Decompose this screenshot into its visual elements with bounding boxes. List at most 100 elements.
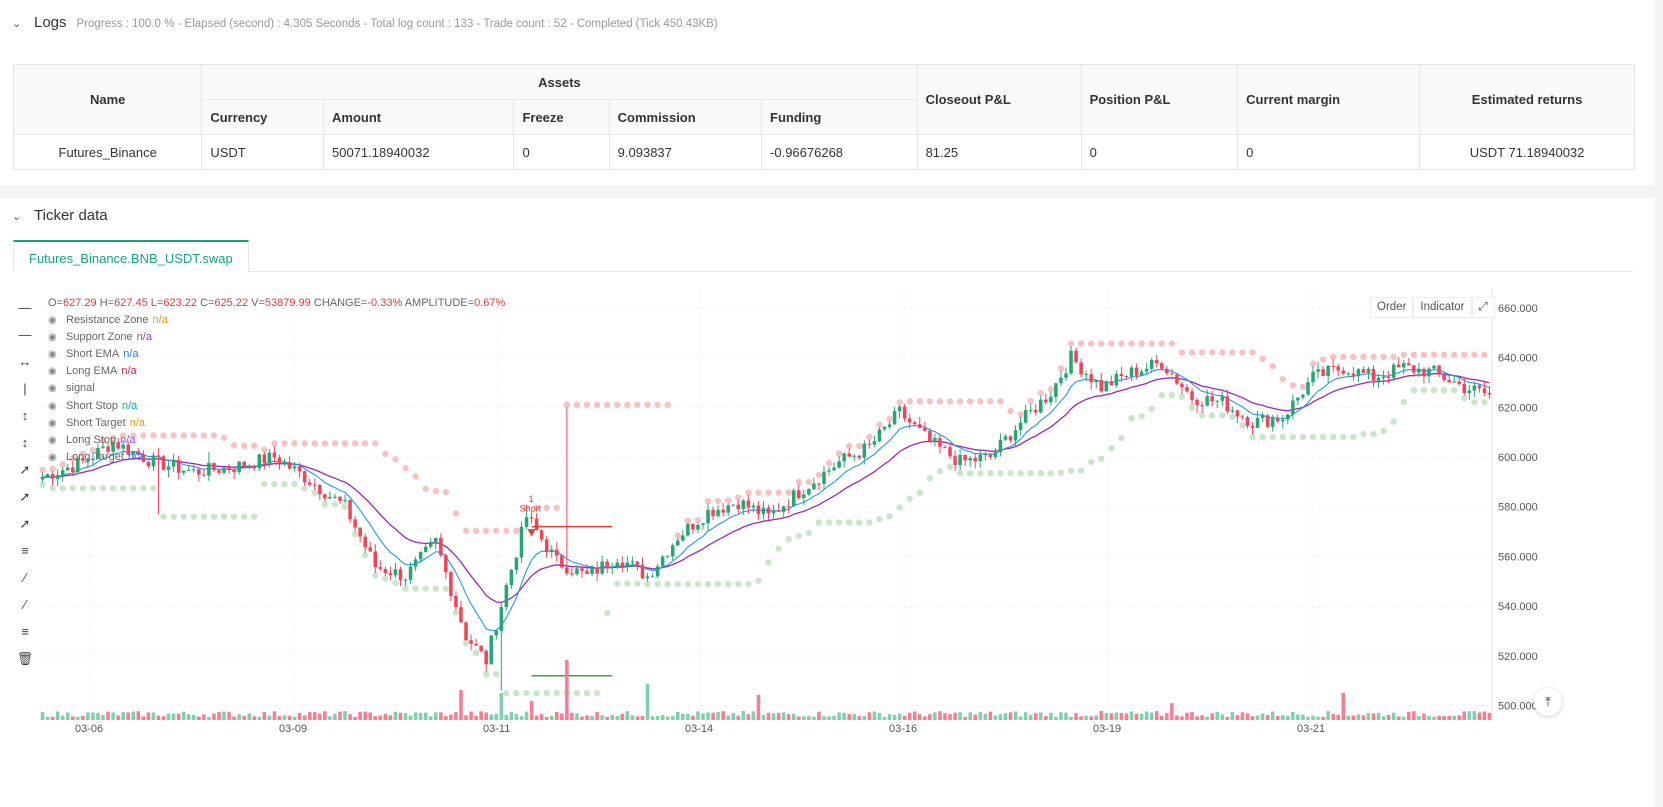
volume-bar xyxy=(1230,712,1235,720)
x-tick-label: 03-06 xyxy=(75,723,103,735)
candle-body xyxy=(1008,436,1013,441)
legend-item[interactable]: ◉ Support Zone n/a xyxy=(48,329,505,346)
ray-line-icon[interactable]: ➚ xyxy=(14,483,36,510)
candle-body xyxy=(1099,380,1104,392)
volume-bar xyxy=(837,712,841,720)
legend-item[interactable]: ◉ Short EMA n/a xyxy=(48,346,505,363)
legend-label: Short EMA xyxy=(66,348,120,361)
legend-item[interactable]: ◉ Short Stop n/a xyxy=(48,398,505,415)
chart-buttons: Order Indicator ⤢ xyxy=(1370,297,1495,318)
support-dot xyxy=(1289,433,1297,441)
ticker-header[interactable]: ⌄ Ticker data xyxy=(12,207,108,224)
candle-body xyxy=(166,466,171,471)
vertical-ray-icon[interactable]: ↕ xyxy=(14,402,36,429)
candle-body xyxy=(1114,373,1119,386)
volume-bar xyxy=(504,714,509,720)
support-dot xyxy=(987,469,994,477)
eye-icon[interactable]: ◉ xyxy=(48,449,62,466)
candle-body xyxy=(660,556,665,567)
support-dot xyxy=(503,689,510,697)
trash-icon[interactable]: 🗑 xyxy=(14,645,36,672)
parallel-channel-icon[interactable]: ∕ xyxy=(14,564,36,591)
trend-line-icon[interactable]: ➚ xyxy=(14,456,36,483)
legend-item[interactable]: ◉ Resistance Zone n/a xyxy=(48,312,505,329)
resistance-dot xyxy=(1178,349,1186,356)
order-button[interactable]: Order xyxy=(1370,297,1414,318)
resistance-dot xyxy=(835,450,843,457)
candle-body xyxy=(1023,409,1028,423)
chevron-down-icon[interactable]: ⌄ xyxy=(12,210,24,223)
volume-bar xyxy=(1064,712,1068,720)
volume-bar xyxy=(635,716,640,720)
eye-icon[interactable]: ◉ xyxy=(48,346,62,363)
resistance-dot xyxy=(845,442,853,450)
candle-body xyxy=(1235,410,1240,417)
eye-icon[interactable]: ◉ xyxy=(48,312,62,329)
support-dot xyxy=(614,580,621,587)
support-dot xyxy=(1138,413,1145,420)
candle-body xyxy=(519,526,524,558)
chevron-down-icon[interactable]: ⌄ xyxy=(12,17,24,30)
fullscreen-icon[interactable]: ⤢ xyxy=(1471,297,1495,318)
legend-item[interactable]: ◉ Long EMA n/a xyxy=(48,363,505,380)
support-dot xyxy=(634,580,641,587)
candle-body xyxy=(1220,396,1225,401)
candle-body xyxy=(585,570,589,574)
volume-bar xyxy=(968,712,972,720)
vertical-line-icon[interactable]: | xyxy=(14,375,36,402)
candle-body xyxy=(1341,370,1346,374)
legend-item[interactable]: ◉ Long Target n/a xyxy=(48,449,505,466)
volume-bar xyxy=(565,660,569,720)
volume-bar xyxy=(116,715,120,720)
legend-item[interactable]: ◉ Long Stop n/a xyxy=(48,432,505,449)
segment-line-icon[interactable]: ➚ xyxy=(14,510,36,537)
horizontal-line-icon[interactable]: — xyxy=(14,321,36,348)
volume-bar xyxy=(993,715,998,720)
volume-bar xyxy=(1134,713,1139,720)
candle-body xyxy=(1427,368,1431,377)
legend-item[interactable]: ◉ signal xyxy=(48,380,505,397)
volume-bar xyxy=(232,716,236,720)
support-dot xyxy=(170,513,177,520)
support-dot xyxy=(735,580,742,588)
resistance-dot xyxy=(1158,340,1165,347)
eye-icon[interactable]: ◉ xyxy=(48,329,62,346)
eye-icon[interactable]: ◉ xyxy=(48,432,62,449)
volume-bar xyxy=(655,715,660,720)
volume-bar xyxy=(86,712,90,720)
candle-body xyxy=(1230,410,1235,412)
vertical-segment-icon[interactable]: ↕ xyxy=(14,429,36,456)
eye-icon[interactable]: ◉ xyxy=(48,398,62,415)
candle-body xyxy=(1361,369,1366,373)
volume-bar xyxy=(50,716,55,720)
eye-icon[interactable]: ◉ xyxy=(48,363,62,380)
volume-bar xyxy=(383,713,388,720)
fib-channel-icon[interactable]: ∕ xyxy=(14,591,36,618)
volume-bar xyxy=(549,715,554,720)
logs-header[interactable]: ⌄ Logs Progress : 100.0 % - Elapsed (sec… xyxy=(12,14,718,31)
extended-line-icon[interactable]: ↔ xyxy=(14,348,36,375)
volume-bar xyxy=(302,715,307,720)
support-dot xyxy=(866,519,873,526)
fib-retracement-icon[interactable]: ≡ xyxy=(14,618,36,645)
candle-body xyxy=(1195,399,1199,406)
indicator-button[interactable]: Indicator xyxy=(1413,297,1472,318)
candle-body xyxy=(1462,383,1467,394)
support-dot xyxy=(261,480,268,488)
support-dot xyxy=(603,609,611,617)
scroll-to-top-icon[interactable]: ⤒ xyxy=(1534,688,1562,716)
candle-body xyxy=(1074,350,1078,363)
candle-body xyxy=(499,606,504,631)
price-line-icon[interactable]: ≡ xyxy=(14,537,36,564)
support-dot xyxy=(795,532,802,540)
horizontal-ray-icon[interactable]: — xyxy=(14,294,36,321)
candle-body xyxy=(555,549,559,556)
legend-item[interactable]: ◉ Short Target n/a xyxy=(48,415,505,432)
col-commission: Commission xyxy=(608,99,763,135)
tab-bnb-usdt-swap[interactable]: Futures_Binance.BNB_USDT.swap xyxy=(13,240,249,272)
candle-body xyxy=(1210,396,1214,402)
cell-commission: 9.093837 xyxy=(608,134,763,170)
eye-icon[interactable]: ◉ xyxy=(48,415,62,432)
volume-bar xyxy=(1291,711,1295,720)
eye-icon[interactable]: ◉ xyxy=(48,380,62,397)
